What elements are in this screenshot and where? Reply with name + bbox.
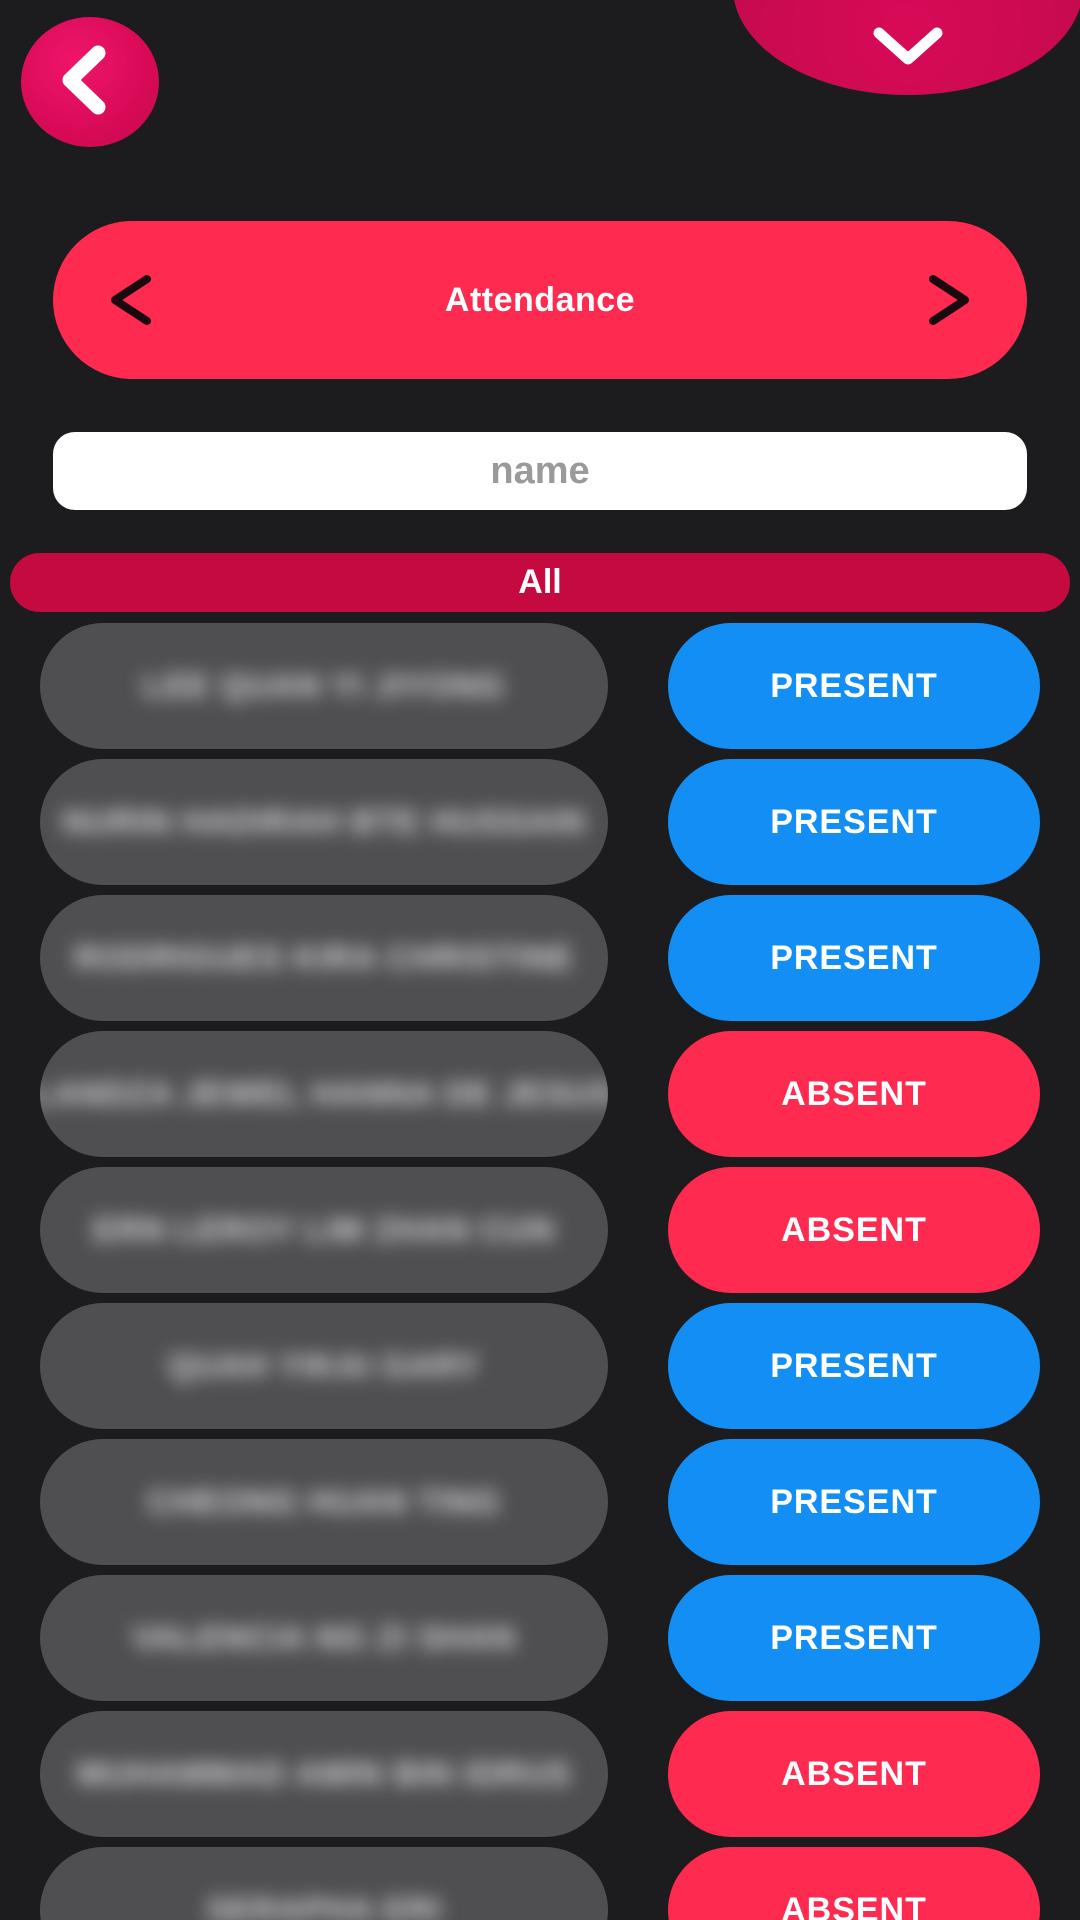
status-button[interactable]: ABSENT — [668, 1711, 1040, 1837]
student-row: SERAPHA ERI ABSENT — [0, 1847, 1080, 1920]
student-name-pill[interactable]: QUAH YIKAI GARY — [40, 1303, 608, 1429]
dropdown-button[interactable] — [733, 0, 1080, 95]
student-row: ERN LEROY LIM ZHAN CUN ABSENT — [0, 1167, 1080, 1303]
chevron-down-icon — [873, 27, 943, 65]
student-name-pill[interactable]: ERN LEROY LIM ZHAN CUN — [40, 1167, 608, 1293]
filter-label: All — [518, 563, 562, 601]
student-name: SERAPHA ERI — [206, 1891, 442, 1920]
status-label: PRESENT — [770, 1346, 938, 1385]
status-label: PRESENT — [770, 802, 938, 841]
student-list: LEE QUAN YI JIYONG PRESENT NURIN HADIRAH… — [0, 623, 1080, 1920]
student-name-pill[interactable]: NURIN HADIRAH BTE HUSSAIN — [40, 759, 608, 885]
status-button[interactable]: ABSENT — [668, 1167, 1040, 1293]
status-button[interactable]: PRESENT — [668, 1575, 1040, 1701]
student-name-pill[interactable]: LEE QUAN YI JIYONG — [40, 623, 608, 749]
status-button[interactable]: PRESENT — [668, 623, 1040, 749]
student-name-pill[interactable]: LANDZA JEWEL HANNA DE JESUS — [40, 1031, 608, 1157]
status-button[interactable]: ABSENT — [668, 1031, 1040, 1157]
status-label: ABSENT — [781, 1074, 927, 1113]
status-button[interactable]: ABSENT — [668, 1847, 1040, 1920]
student-name: MUHAMMAD AMIN BIN IDRUS — [76, 1755, 572, 1792]
filter-all-button[interactable]: All — [10, 553, 1070, 612]
status-label: PRESENT — [770, 1482, 938, 1521]
next-button[interactable] — [921, 270, 977, 330]
status-label: ABSENT — [781, 1210, 927, 1249]
student-name: LANDZA JEWEL HANNA DE JESUS — [40, 1075, 608, 1112]
back-chevron-icon — [62, 45, 116, 119]
status-label: PRESENT — [770, 666, 938, 705]
page-title: Attendance — [444, 280, 636, 319]
student-name: LEE QUAN YI JIYONG — [142, 667, 506, 704]
student-row: CHEONG HUAN TING PRESENT — [0, 1439, 1080, 1575]
status-label: PRESENT — [770, 1618, 938, 1657]
student-row: LEE QUAN YI JIYONG PRESENT — [0, 623, 1080, 759]
status-label: ABSENT — [781, 1890, 927, 1920]
chevron-right-icon — [929, 275, 969, 325]
status-button[interactable]: PRESENT — [668, 895, 1040, 1021]
status-button[interactable]: PRESENT — [668, 1303, 1040, 1429]
student-name-pill[interactable]: RODRIGUES KIRA CHRISTINE — [40, 895, 608, 1021]
header-bar: Attendance — [53, 221, 1027, 379]
student-name: NURIN HADIRAH BTE HUSSAIN — [62, 803, 586, 840]
student-name: VALENCIA NG ZI SHAN — [132, 1619, 516, 1656]
back-button[interactable] — [21, 17, 159, 147]
attendance-screen: Attendance All LEE QUAN YI JIYONG PRESEN… — [0, 0, 1080, 1920]
status-label: PRESENT — [770, 938, 938, 977]
student-name: CHEONG HUAN TING — [147, 1483, 501, 1520]
status-label: ABSENT — [781, 1754, 927, 1793]
search-field — [53, 432, 1027, 510]
student-name: RODRIGUES KIRA CHRISTINE — [74, 939, 574, 976]
prev-button[interactable] — [103, 270, 159, 330]
student-row: VALENCIA NG ZI SHAN PRESENT — [0, 1575, 1080, 1711]
search-input[interactable] — [53, 432, 1027, 510]
student-name-pill[interactable]: MUHAMMAD AMIN BIN IDRUS — [40, 1711, 608, 1837]
chevron-left-icon — [111, 275, 151, 325]
student-row: RODRIGUES KIRA CHRISTINE PRESENT — [0, 895, 1080, 1031]
student-name-pill[interactable]: VALENCIA NG ZI SHAN — [40, 1575, 608, 1701]
student-row: QUAH YIKAI GARY PRESENT — [0, 1303, 1080, 1439]
status-button[interactable]: PRESENT — [668, 759, 1040, 885]
student-name-pill[interactable]: SERAPHA ERI — [40, 1847, 608, 1920]
student-name-pill[interactable]: CHEONG HUAN TING — [40, 1439, 608, 1565]
student-row: NURIN HADIRAH BTE HUSSAIN PRESENT — [0, 759, 1080, 895]
student-row: MUHAMMAD AMIN BIN IDRUS ABSENT — [0, 1711, 1080, 1847]
status-button[interactable]: PRESENT — [668, 1439, 1040, 1565]
student-name: ERN LEROY LIM ZHAN CUN — [93, 1211, 555, 1248]
student-name: QUAH YIKAI GARY — [167, 1347, 481, 1384]
student-row: LANDZA JEWEL HANNA DE JESUS ABSENT — [0, 1031, 1080, 1167]
